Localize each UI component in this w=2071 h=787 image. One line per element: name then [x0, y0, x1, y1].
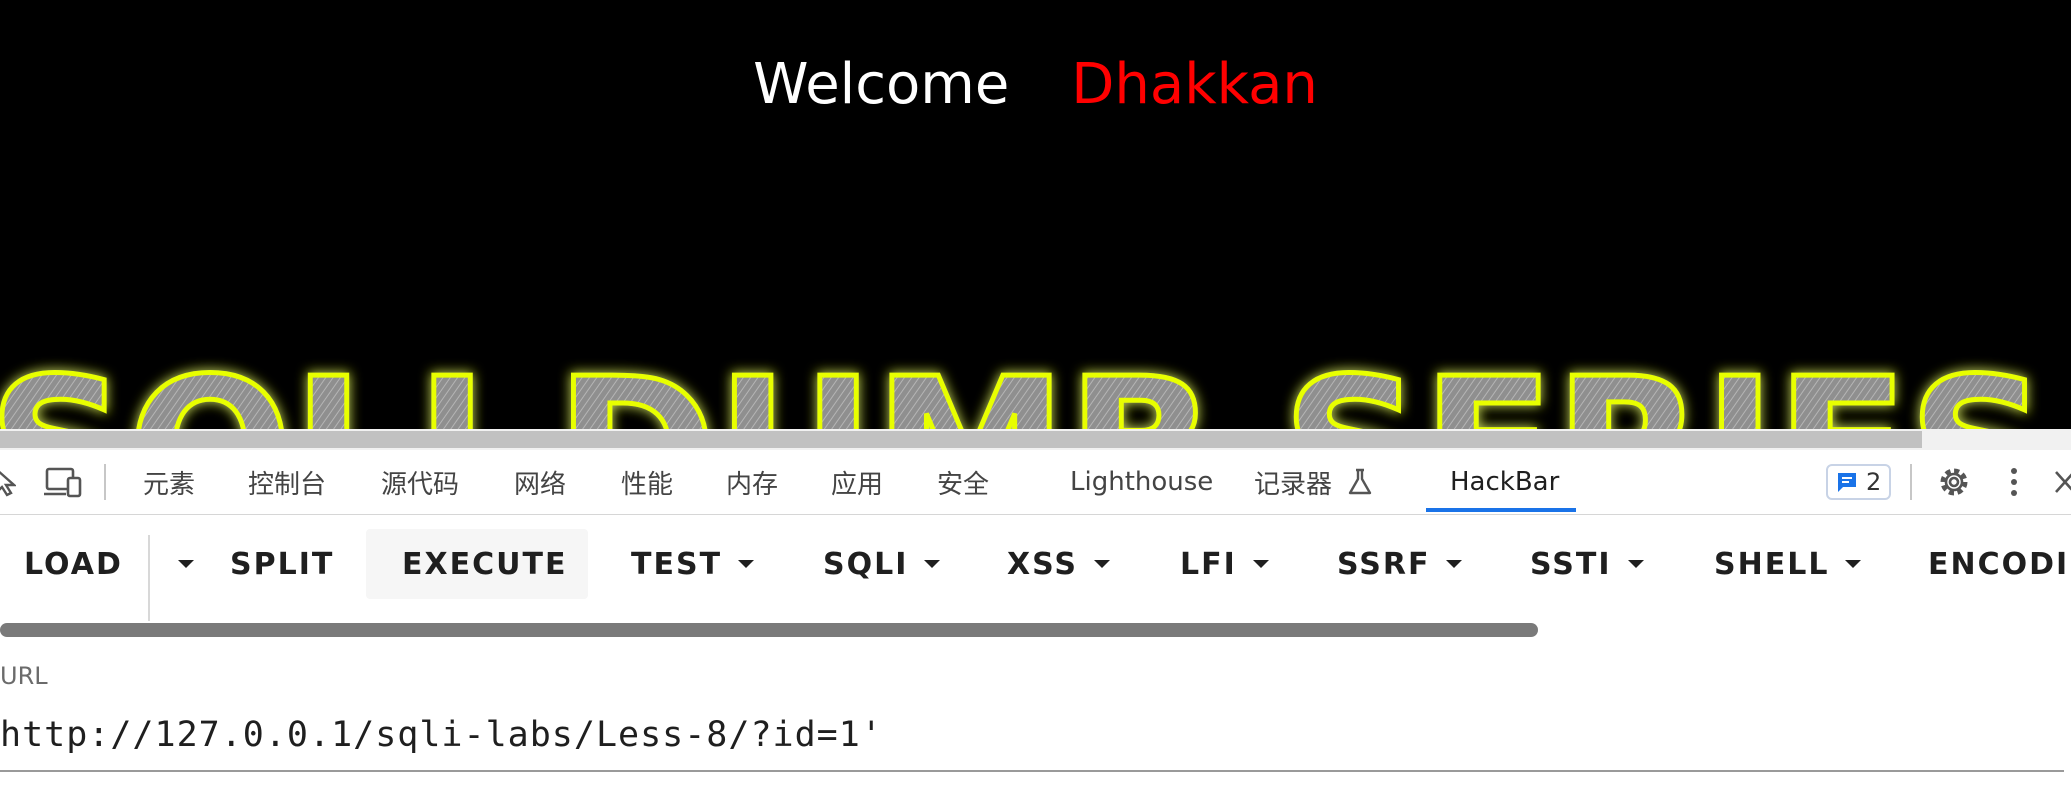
welcome-line: Welcome Dhakkan	[0, 52, 2071, 117]
test-menu-label: TEST	[631, 546, 723, 582]
tab-network[interactable]: 网络	[514, 450, 566, 514]
ssrf-menu-button[interactable]: SSRF	[1337, 529, 1463, 599]
flask-icon	[1346, 450, 1374, 514]
load-button[interactable]: LOAD	[24, 529, 123, 599]
close-devtools-icon[interactable]	[2052, 450, 2071, 514]
tab-security[interactable]: 安全	[937, 450, 989, 514]
devtools-tab-bar: 元素 控制台 源代码 网络 性能 内存 应用 安全 Lighthouse 记录器…	[0, 450, 2071, 515]
xss-menu-button[interactable]: XSS	[1007, 529, 1110, 599]
sqli-banner-image: SQLI DUMB SERIES	[0, 336, 2051, 430]
banner-text: SQLI DUMB SERIES	[0, 337, 2048, 430]
xss-menu-label: XSS	[1007, 546, 1078, 582]
lfi-menu-button[interactable]: LFI	[1180, 529, 1269, 599]
test-menu-button[interactable]: TEST	[631, 529, 755, 599]
split-button[interactable]: SPLIT	[230, 529, 334, 599]
ssti-menu-button[interactable]: SSTI	[1530, 529, 1644, 599]
chevron-down-icon	[738, 560, 755, 568]
url-input[interactable]	[0, 700, 2064, 772]
tab-console[interactable]: 控制台	[248, 450, 326, 514]
tab-application[interactable]: 应用	[831, 450, 883, 514]
welcome-text: Welcome	[753, 52, 1010, 117]
tab-sources[interactable]: 源代码	[381, 450, 459, 514]
tab-elements[interactable]: 元素	[143, 450, 195, 514]
tab-performance[interactable]: 性能	[621, 450, 673, 514]
shell-menu-label: SHELL	[1714, 546, 1830, 582]
toolbar-separator	[104, 464, 106, 500]
page-horizontal-scrollbar[interactable]	[0, 429, 2071, 450]
chevron-down-icon	[924, 560, 941, 568]
chevron-down-icon	[1845, 560, 1862, 568]
load-button-divider	[148, 535, 150, 621]
tab-memory[interactable]: 内存	[726, 450, 778, 514]
chevron-down-icon	[1627, 560, 1644, 568]
encoding-menu-button[interactable]: ENCODIN	[1928, 529, 2071, 599]
message-icon	[1838, 473, 1856, 492]
tab-hackbar[interactable]: HackBar	[1450, 450, 1559, 514]
device-toolbar-icon[interactable]	[44, 450, 84, 514]
inspect-element-icon[interactable]	[0, 450, 16, 514]
tab-recorder[interactable]: 记录器	[1254, 450, 1332, 514]
load-dropdown-button[interactable]	[162, 529, 194, 599]
chevron-down-icon	[1252, 560, 1269, 568]
sqli-menu-button[interactable]: SQLI	[823, 529, 941, 599]
settings-gear-icon[interactable]	[1936, 450, 1972, 514]
chevron-down-icon	[1094, 560, 1110, 568]
chevron-down-icon	[1446, 560, 1463, 568]
sqli-menu-label: SQLI	[823, 546, 909, 582]
lfi-menu-label: LFI	[1180, 546, 1237, 582]
url-label: URL	[0, 662, 48, 690]
shell-menu-button[interactable]: SHELL	[1714, 529, 1862, 599]
toolbar-scrollbar-thumb[interactable]	[0, 623, 1538, 637]
issues-count: 2	[1866, 468, 1882, 496]
active-tab-indicator	[1426, 508, 1576, 512]
execute-button[interactable]: EXECUTE	[366, 529, 588, 599]
ssrf-menu-label: SSRF	[1337, 546, 1431, 582]
user-name-text: Dhakkan	[1071, 52, 1318, 117]
toolbar-separator	[1910, 464, 1912, 500]
hackbar-toolbar: LOAD SPLIT EXECUTE TEST SQLI XSS LFI SSR…	[0, 515, 2071, 637]
issues-badge[interactable]: 2	[1826, 464, 1892, 500]
chevron-down-icon	[178, 560, 194, 568]
page-scrollbar-thumb[interactable]	[0, 431, 1922, 448]
tab-lighthouse[interactable]: Lighthouse	[1070, 450, 1213, 514]
ssti-menu-label: SSTI	[1530, 546, 1612, 582]
webpage-viewport: Welcome Dhakkan SQLI DUMB SERIES	[0, 0, 2071, 430]
more-options-icon[interactable]	[2006, 450, 2022, 514]
